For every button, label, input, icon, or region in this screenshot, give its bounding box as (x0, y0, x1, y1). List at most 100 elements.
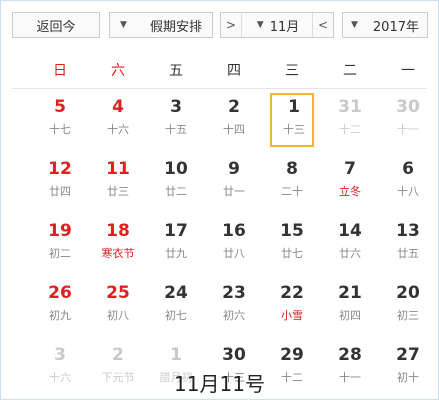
day-number: 25 (106, 283, 130, 303)
day-number: 27 (396, 345, 420, 365)
lunar-date: 十三 (283, 123, 305, 136)
lunar-date: 十六 (107, 123, 129, 136)
day-number: 11 (106, 159, 130, 179)
day-number: 6 (402, 159, 414, 179)
year-select[interactable]: 2017年 ▼ (342, 12, 428, 38)
day-cell[interactable]: 15 廿七 (270, 217, 314, 271)
lunar-date: 初八 (107, 309, 129, 322)
day-cell[interactable]: 23 初六 (212, 279, 256, 333)
day-number: 19 (48, 221, 72, 241)
day-number: 20 (396, 283, 420, 303)
day-cell[interactable]: 9 廿一 (212, 155, 256, 209)
day-cell[interactable]: 18 寒衣节 (96, 217, 140, 271)
day-number: 7 (344, 159, 356, 179)
lunar-date: 廿二 (165, 185, 187, 198)
lunar-date: 初七 (165, 309, 187, 322)
holiday-select[interactable]: ▼ 假期安排 (109, 12, 213, 38)
lunar-date: 初四 (339, 309, 361, 322)
day-cell[interactable]: 24 初七 (154, 279, 198, 333)
day-number: 2 (228, 97, 240, 117)
next-month-button[interactable]: > (221, 13, 242, 37)
day-cell[interactable]: 8 二十 (270, 155, 314, 209)
day-cell[interactable]: 19 初二 (38, 217, 82, 271)
lunar-date: 廿七 (281, 247, 303, 260)
weekday-label: 二 (343, 63, 357, 79)
day-number: 18 (106, 221, 130, 241)
chevron-down-icon: ▼ (351, 20, 358, 30)
month-select[interactable]: ▼ 11月 (243, 16, 313, 35)
lunar-date: 十五 (165, 123, 187, 136)
calendar-toolbar: 2017年 ▼ > ▼ 11月 < ▼ 假期安排 返回今 (0, 0, 439, 50)
prev-month-button[interactable]: < (312, 13, 333, 37)
return-today-button[interactable]: 返回今 (12, 12, 100, 38)
lunar-date: 廿五 (397, 247, 419, 260)
lunar-date: 廿一 (223, 185, 245, 198)
day-number: 2 (112, 345, 124, 365)
lunar-date: 十一 (397, 123, 419, 136)
weekday-label: 三 (285, 63, 299, 79)
day-number: 12 (48, 159, 72, 179)
day-cell[interactable]: 12 廿四 (38, 155, 82, 209)
day-cell[interactable]: 26 初九 (38, 279, 82, 333)
lunar-date: 小雪 (281, 309, 303, 322)
day-cell[interactable]: 25 初八 (96, 279, 140, 333)
lunar-date: 十七 (49, 123, 71, 136)
day-cell[interactable]: 14 廿六 (328, 217, 372, 271)
day-number: 23 (222, 283, 246, 303)
chevron-down-icon: ▼ (120, 20, 127, 30)
date-grid: 30 十一 31 十二 1 十三 2 十四 3 十五 4 十六 5 十七 6 十八 7 立冬 8 二十 9 廿一 10 廿二 1… (0, 93, 439, 400)
weekday-label: 四 (227, 63, 241, 79)
day-number: 4 (112, 97, 124, 117)
day-cell[interactable]: 13 廿五 (386, 217, 430, 271)
lunar-date: 二十 (281, 185, 303, 198)
day-cell[interactable]: 22 小雪 (270, 279, 314, 333)
lunar-date: 十四 (223, 123, 245, 136)
month-select-label: 11月 (269, 19, 300, 35)
weekday-label: 六 (111, 63, 125, 79)
weekday-label: 五 (169, 63, 183, 79)
day-cell[interactable]: 31 十二 (328, 93, 372, 147)
lunar-date: 廿三 (107, 185, 129, 198)
day-number: 22 (280, 283, 304, 303)
day-cell[interactable]: 3 十五 (154, 93, 198, 147)
day-number: 17 (164, 221, 188, 241)
lunar-date: 廿六 (339, 247, 361, 260)
day-number: 3 (170, 97, 182, 117)
day-number: 10 (164, 159, 188, 179)
lunar-date: 廿九 (165, 247, 187, 260)
day-cell[interactable]: 21 初四 (328, 279, 372, 333)
day-number: 26 (48, 283, 72, 303)
lunar-date: 初三 (397, 309, 419, 322)
day-cell[interactable]: 7 立冬 (328, 155, 372, 209)
selected-day-cell[interactable]: 1 十三 (270, 93, 314, 147)
day-number: 1 (170, 345, 182, 365)
day-cell[interactable]: 11 廿三 (96, 155, 140, 209)
month-picker: > ▼ 11月 < (220, 12, 334, 38)
weekday-header: 一二三四五六日 (0, 60, 439, 86)
lunar-date: 初九 (49, 309, 71, 322)
day-cell[interactable]: 16 廿八 (212, 217, 256, 271)
day-number: 28 (338, 345, 362, 365)
day-number: 29 (280, 345, 304, 365)
day-cell[interactable]: 5 十七 (38, 93, 82, 147)
day-cell[interactable]: 17 廿九 (154, 217, 198, 271)
lunar-date: 廿四 (49, 185, 71, 198)
lunar-date: 廿八 (223, 247, 245, 260)
day-number: 8 (286, 159, 298, 179)
holiday-select-label: 假期安排 (149, 19, 202, 35)
day-cell[interactable]: 10 廿二 (154, 155, 198, 209)
day-number: 14 (338, 221, 362, 241)
day-cell[interactable]: 2 十四 (212, 93, 256, 147)
day-number: 16 (222, 221, 246, 241)
weekday-label: 日 (53, 63, 67, 79)
day-number: 24 (164, 283, 188, 303)
weekday-label: 一 (401, 63, 415, 79)
day-number: 15 (280, 221, 304, 241)
day-cell[interactable]: 6 十八 (386, 155, 430, 209)
day-cell[interactable]: 20 初三 (386, 279, 430, 333)
day-number: 30 (222, 345, 246, 365)
day-cell[interactable]: 4 十六 (96, 93, 140, 147)
day-cell[interactable]: 30 十一 (386, 93, 430, 147)
lunar-date: 初六 (223, 309, 245, 322)
lunar-date: 十八 (397, 185, 419, 198)
